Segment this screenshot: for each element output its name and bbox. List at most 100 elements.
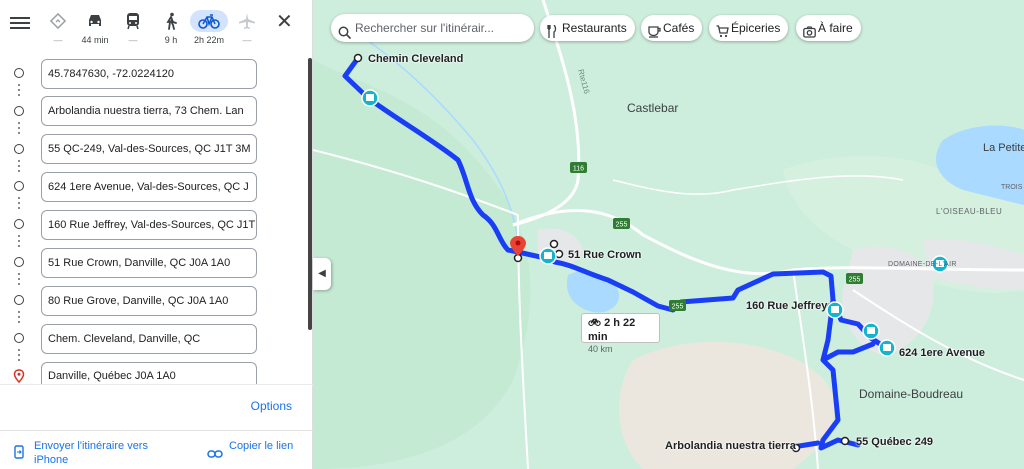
- place-trois: TROIS: [1001, 184, 1023, 191]
- link-icon: [207, 446, 223, 464]
- mode-car-label: 44 min: [81, 35, 109, 45]
- stop-connector: [18, 349, 20, 361]
- chip-todo-label: À faire: [818, 21, 853, 35]
- bottom-actions: Envoyer l'itinéraire vers iPhone Copier …: [0, 430, 313, 469]
- stop-input-7[interactable]: 80 Rue Grove, Danville, QC J0A 1A0: [41, 286, 257, 316]
- directions-panel: — 44 min — 9 h 2h 22m — ✕ 45.7847630, -7…: [0, 0, 313, 469]
- lodging-poi-icon: [361, 89, 379, 107]
- stop-circle-icon: [14, 68, 24, 78]
- shopping-cart-icon: [716, 21, 729, 47]
- phone-send-icon: [14, 445, 24, 464]
- stop-circle-icon: [14, 333, 24, 343]
- chip-cafes-label: Cafés: [663, 21, 695, 35]
- stop-circle-icon: [14, 295, 24, 305]
- route-search-input[interactable]: Rechercher sur l'itinérair...: [331, 14, 534, 42]
- divider: [0, 384, 313, 385]
- copy-link-button[interactable]: Copier le lien: [229, 439, 299, 453]
- mode-transit[interactable]: —: [113, 10, 153, 46]
- stop-input-8[interactable]: Chem. Cleveland, Danville, QC: [41, 324, 257, 354]
- stop-connector: [18, 235, 20, 247]
- bicycle-icon: [588, 317, 601, 329]
- stop-input-4[interactable]: 624 1ere Avenue, Val-des-Sources, QC J: [41, 172, 257, 202]
- stop-input-2[interactable]: Arbolandia nuestra tierra, 73 Chem. Lan: [41, 96, 257, 126]
- search-icon: [338, 21, 351, 42]
- stop-connector: [18, 84, 20, 96]
- send-to-phone-button[interactable]: Envoyer l'itinéraire vers iPhone: [34, 439, 174, 467]
- options-button[interactable]: Options: [251, 399, 292, 413]
- road-shield-255: 255: [669, 300, 686, 311]
- svg-text:255: 255: [672, 304, 684, 311]
- menu-icon[interactable]: [10, 14, 30, 32]
- place-la-petite: La Petite: [983, 142, 1024, 154]
- place-domaine-boudreau: Domaine-Boudreau: [859, 387, 964, 401]
- chip-todo[interactable]: À faire: [796, 15, 861, 41]
- place-castlebar: Castlebar: [627, 101, 679, 115]
- lodging-poi-icon: [539, 247, 557, 265]
- search-placeholder: Rechercher sur l'itinérair...: [355, 21, 495, 35]
- stop-input-1[interactable]: 45.7847630, -72.0224120: [41, 59, 257, 89]
- stop-input-3[interactable]: 55 QC-249, Val-des-Sources, QC J1T 3M: [41, 134, 257, 164]
- lodging-poi-icon: [878, 339, 896, 357]
- mode-best[interactable]: —: [38, 10, 78, 46]
- stop-input-destination[interactable]: Danville, Québec J0A 1A0: [41, 362, 257, 384]
- mode-bike[interactable]: 2h 22m: [189, 10, 229, 46]
- destination-pin-icon: [13, 369, 25, 388]
- collapse-panel-button[interactable]: ◀: [313, 258, 331, 290]
- close-icon[interactable]: ✕: [276, 12, 293, 32]
- camera-icon: [803, 21, 816, 47]
- label-1ere-avenue: 624 1ere Avenue: [899, 347, 986, 359]
- road-shield-116: 116: [570, 162, 587, 173]
- chip-cafes[interactable]: Cafés: [641, 15, 703, 41]
- route-distance: 40 km: [588, 344, 613, 354]
- chip-restaurants[interactable]: Restaurants: [540, 15, 635, 41]
- coffee-icon: [648, 21, 661, 47]
- place-loiseau-bleu: L'OISEAU-BLEU: [936, 207, 1003, 216]
- mode-flight-label: —: [242, 35, 252, 45]
- road-shield-255: 255: [613, 218, 630, 229]
- restaurant-icon: [547, 21, 557, 47]
- place-domaine-air: DOMAINE-DE-L'AIR: [888, 261, 957, 268]
- waypoint-marker: [353, 53, 363, 63]
- road-shield-255: 255: [846, 273, 863, 284]
- stop-connector: [18, 273, 20, 285]
- mode-bike-label: 2h 22m: [193, 35, 225, 45]
- mode-best-label: —: [53, 35, 63, 45]
- label-quebec-249: 55 Québec 249: [856, 436, 934, 448]
- mode-transit-label: —: [128, 35, 138, 45]
- label-arbolandia: Arbolandia nuestra tierra: [665, 440, 796, 452]
- stop-connector: [18, 122, 20, 134]
- stop-circle-icon: [14, 144, 24, 154]
- stop-connector: [18, 160, 20, 172]
- stop-circle-icon: [14, 257, 24, 267]
- bicycle-icon: [190, 10, 228, 32]
- best-route-icon: [38, 10, 78, 32]
- lodging-poi-icon: [826, 301, 844, 319]
- stop-input-6[interactable]: 51 Rue Crown, Danville, QC J0A 1A0: [41, 248, 257, 278]
- svg-text:255: 255: [616, 222, 628, 229]
- waypoint-marker: [549, 239, 559, 249]
- label-chemin-cleveland: Chemin Cleveland: [368, 53, 464, 65]
- stop-input-5[interactable]: 160 Rue Jeffrey, Val-des-Sources, QC J1T: [41, 210, 257, 240]
- lodging-poi-icon: [862, 322, 880, 340]
- stop-circle-icon: [14, 106, 24, 116]
- car-icon: [75, 10, 115, 32]
- label-rue-crown: 51 Rue Crown: [568, 249, 642, 261]
- panel-scrollbar[interactable]: [308, 58, 312, 330]
- chip-groceries-label: Épiceries: [731, 21, 781, 35]
- travel-mode-bar: — 44 min — 9 h 2h 22m — ✕: [0, 0, 313, 52]
- svg-text:116: 116: [573, 166, 584, 173]
- svg-text:255: 255: [849, 277, 861, 284]
- chip-groceries[interactable]: Épiceries: [709, 15, 789, 41]
- walk-icon: [151, 10, 191, 32]
- transit-icon: [113, 10, 153, 32]
- mode-flight[interactable]: —: [227, 10, 267, 46]
- mode-walk[interactable]: 9 h: [151, 10, 191, 46]
- route-summary-callout[interactable]: 2 h 22 min 40 km: [581, 313, 660, 354]
- stop-connector: [18, 197, 20, 209]
- mode-walk-label: 9 h: [164, 35, 178, 45]
- chip-restaurants-label: Restaurants: [562, 21, 627, 35]
- airplane-icon: [227, 10, 267, 32]
- mode-car[interactable]: 44 min: [75, 10, 115, 46]
- route-summary-time-row: 2 h 22 min: [588, 316, 653, 344]
- stop-circle-icon: [14, 219, 24, 229]
